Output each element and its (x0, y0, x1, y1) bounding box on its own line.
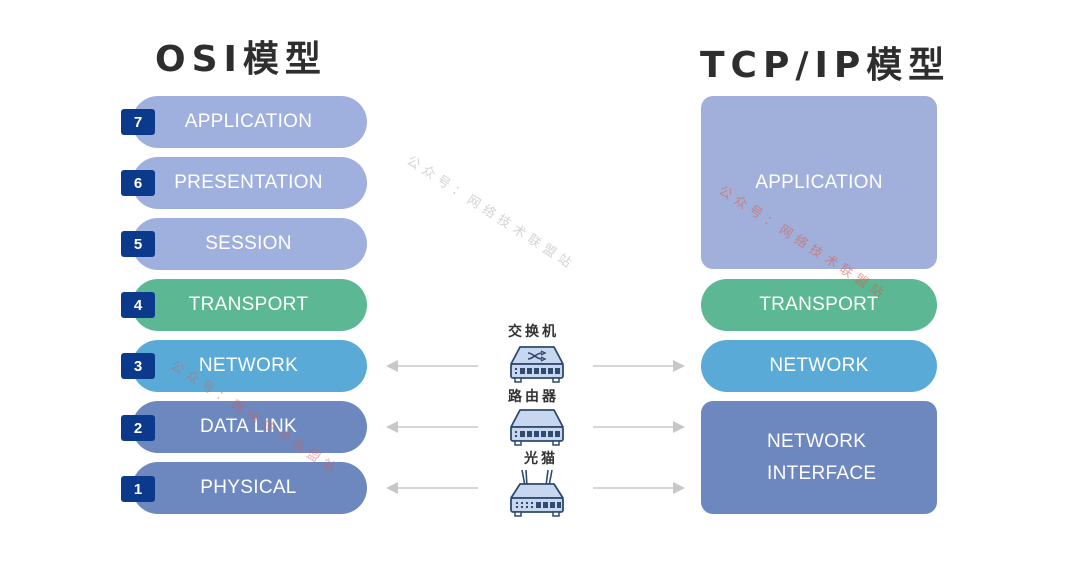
osi-layer-number-badge: 3 (121, 353, 155, 379)
osi-layer-label: PRESENTATION (174, 172, 323, 193)
arrow-right-to-tcpip-network (593, 360, 685, 372)
osi-layer-application: APPLICATION (132, 96, 367, 148)
tcpip-model-title: TCP/IP模型 (700, 45, 951, 86)
osi-layer-presentation: PRESENTATION (132, 157, 367, 209)
osi-layer-number-badge: 2 (121, 415, 155, 441)
osi-layer-number-badge: 1 (121, 476, 155, 502)
osi-layer-label: SESSION (205, 233, 292, 254)
arrow-left-to-osi-data-link (386, 421, 478, 433)
arrow-right-to-tcpip-network-interface (593, 421, 685, 433)
tcpip-layer-label: APPLICATION (755, 171, 883, 193)
tcpip-layer-network: NETWORK (701, 340, 937, 392)
arrow-right-to-tcpip-network-interface-2 (593, 482, 685, 494)
osi-layer-number-badge: 6 (121, 170, 155, 196)
tcpip-layer-transport: TRANSPORT (701, 279, 937, 331)
osi-layer-label: APPLICATION (184, 111, 313, 132)
osi-layer-session: SESSION (132, 218, 367, 270)
osi-layer-label: PHYSICAL (200, 477, 297, 498)
osi-model-title: OSI模型 (155, 39, 327, 80)
arrow-left-to-osi-network (386, 360, 478, 372)
osi-layer-number-badge: 7 (121, 109, 155, 135)
tcpip-layer-network-interface: NETWORK INTERFACE (701, 401, 937, 514)
device-label-router: 路由器 (508, 389, 559, 405)
tcpip-layer-label-line1: NETWORK (767, 430, 867, 452)
tcpip-layer-label-line2: INTERFACE (767, 462, 877, 484)
optical-modem-icon (508, 468, 566, 523)
switch-icon (508, 344, 566, 389)
osi-layer-transport: TRANSPORT (132, 279, 367, 331)
arrow-left-to-osi-physical (386, 482, 478, 494)
device-label-switch: 交换机 (508, 324, 559, 340)
osi-layer-number-badge: 4 (121, 292, 155, 318)
device-label-optical-modem: 光猫 (524, 451, 558, 467)
router-icon (508, 407, 566, 452)
osi-layer-label: TRANSPORT (188, 294, 309, 315)
tcpip-layer-label: NETWORK (769, 355, 869, 376)
watermark: 公众号：网络技术联盟站 (403, 153, 578, 274)
osi-layer-label: NETWORK (198, 355, 299, 376)
osi-layer-number-badge: 5 (121, 231, 155, 257)
tcpip-layer-label: TRANSPORT (759, 294, 879, 315)
osi-layer-network: NETWORK (132, 340, 367, 392)
